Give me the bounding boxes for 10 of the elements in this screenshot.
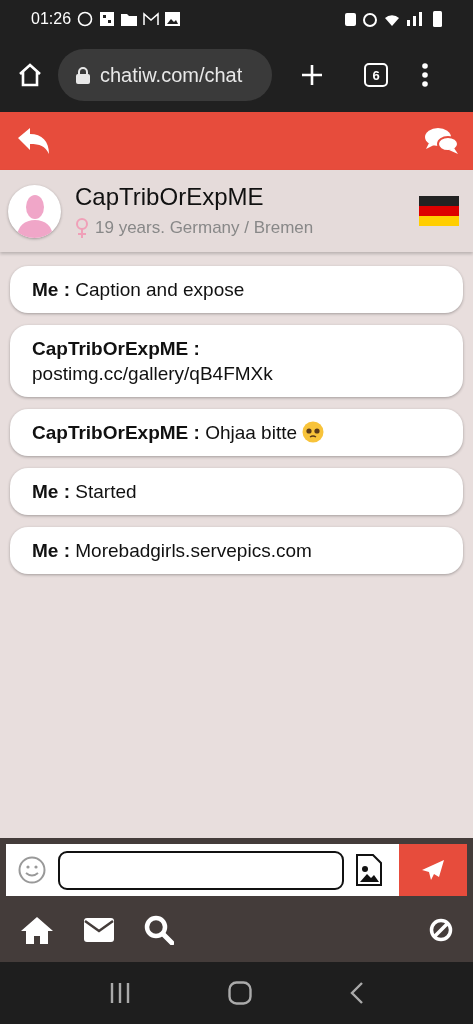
address-bar[interactable]: chatiw.com/chat xyxy=(58,49,272,101)
chat-message: CapTribOrExpME : Ohjaa bitte xyxy=(10,409,463,456)
tab-switcher[interactable]: 6 xyxy=(364,63,388,87)
chat-message: CapTribOrExpME : postimg.cc/gallery/qB4FMXk xyxy=(10,325,463,397)
status-time: 01:26 xyxy=(31,10,72,28)
chat-message: Me : Caption and expose xyxy=(10,266,463,313)
chat-message: Me : Morebadgirls.servepics.com xyxy=(10,527,463,574)
profile-details: 19 years. Germany / Bremen xyxy=(95,218,314,238)
profile-name: CapTribOrExpME xyxy=(75,183,265,211)
chat-message: Me : Started xyxy=(10,468,463,515)
